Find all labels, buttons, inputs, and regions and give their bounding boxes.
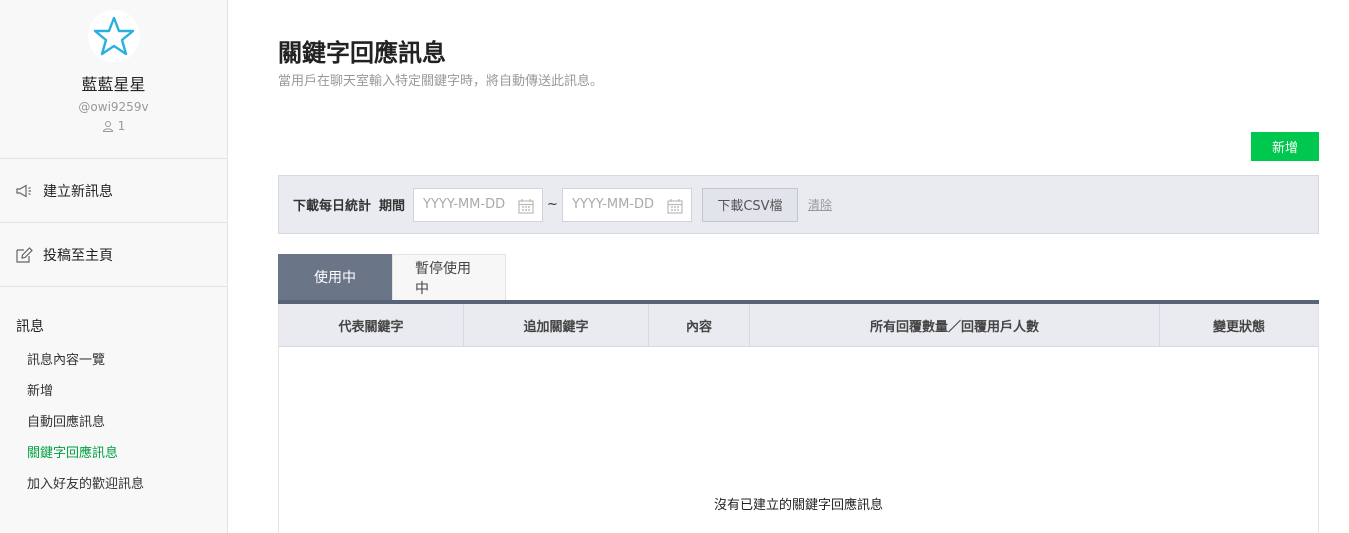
page-title: 關鍵字回應訊息 [278, 39, 446, 67]
stats-filter-bar: 下載每日統計 期間 YYYY-MM-DD ~ YYYY-MM-DD 下載CSV檔… [278, 175, 1319, 234]
create-message-button[interactable]: 建立新訊息 [0, 159, 227, 223]
post-to-home-label: 投稿至主頁 [43, 247, 113, 264]
stats-label: 下載每日統計 [293, 199, 372, 214]
empty-state-message: 沒有已建立的關鍵字回應訊息 [713, 498, 883, 513]
post-to-home-button[interactable]: 投稿至主頁 [0, 223, 227, 287]
add-button[interactable]: 新增 [1251, 132, 1319, 161]
start-date-placeholder: YYYY-MM-DD [423, 197, 506, 212]
period-label: 期間 [379, 199, 406, 214]
megaphone-icon [16, 183, 31, 198]
column-header-extra-keyword: 追加關鍵字 [464, 304, 649, 346]
sidebar: 藍藍星星 @owi9259v 1 建立新訊息 投稿至主頁 訊息 訊息內容一覽 新… [0, 0, 228, 533]
start-date-input[interactable]: YYYY-MM-DD [413, 187, 544, 222]
friend-count: 1 [0, 118, 227, 134]
star-icon [93, 16, 134, 56]
create-message-label: 建立新訊息 [43, 183, 113, 200]
column-header-change-status: 變更狀態 [1212, 319, 1265, 335]
tab-active[interactable]: 使用中 [278, 254, 392, 300]
calendar-icon [518, 198, 534, 214]
message-nav-section: 訊息 訊息內容一覽 新增 自動回應訊息 關鍵字回應訊息 加入好友的歡迎訊息 [0, 287, 227, 500]
tab-paused[interactable]: 暫停使用中 [392, 254, 506, 300]
sidebar-item-new[interactable]: 新增 [0, 376, 227, 407]
table-header: 代表關鍵字 追加關鍵字 內容 所有回覆數量／回覆用戶人數 變更狀態 [279, 304, 1318, 347]
sidebar-item-auto-reply[interactable]: 自動回應訊息 [0, 407, 227, 438]
download-csv-button[interactable]: 下載CSV檔 [701, 187, 798, 222]
sidebar-item-message-list[interactable]: 訊息內容一覽 [0, 345, 227, 376]
date-separator: ~ [547, 197, 558, 212]
end-date-input[interactable]: YYYY-MM-DD [561, 187, 692, 222]
end-date-placeholder: YYYY-MM-DD [571, 197, 654, 212]
column-header-reply-count: 所有回覆數量／回覆用戶人數 [750, 304, 1160, 346]
nav-section-title: 訊息 [16, 319, 44, 335]
status-tabs: 使用中 暫停使用中 [278, 254, 506, 300]
app-root: 藍藍星星 @owi9259v 1 建立新訊息 投稿至主頁 訊息 訊息內容一覽 新… [0, 0, 1349, 533]
sidebar-item-welcome-message[interactable]: 加入好友的歡迎訊息 [0, 469, 227, 500]
page-description: 當用戶在聊天室輸入特定關鍵字時，將自動傳送此訊息。 [278, 74, 604, 89]
profile-id: @owi9259v [78, 100, 149, 114]
edit-icon [16, 246, 33, 263]
friend-count-value: 1 [117, 119, 126, 133]
calendar-icon [667, 198, 683, 214]
profile-name: 藍藍星星 [81, 75, 146, 94]
column-header-content: 內容 [649, 304, 750, 346]
avatar[interactable] [87, 10, 140, 62]
keyword-table: 代表關鍵字 追加關鍵字 內容 所有回覆數量／回覆用戶人數 變更狀態 沒有已建立的… [278, 304, 1319, 533]
profile-panel: 藍藍星星 @owi9259v 1 [0, 0, 227, 159]
person-icon [102, 121, 113, 132]
column-header-main-keyword: 代表關鍵字 [279, 304, 464, 346]
sidebar-item-keyword-reply[interactable]: 關鍵字回應訊息 [0, 438, 227, 469]
main-content: 關鍵字回應訊息 當用戶在聊天室輸入特定關鍵字時，將自動傳送此訊息。 新增 下載每… [228, 0, 1349, 533]
clear-link[interactable]: 清除 [808, 196, 832, 213]
